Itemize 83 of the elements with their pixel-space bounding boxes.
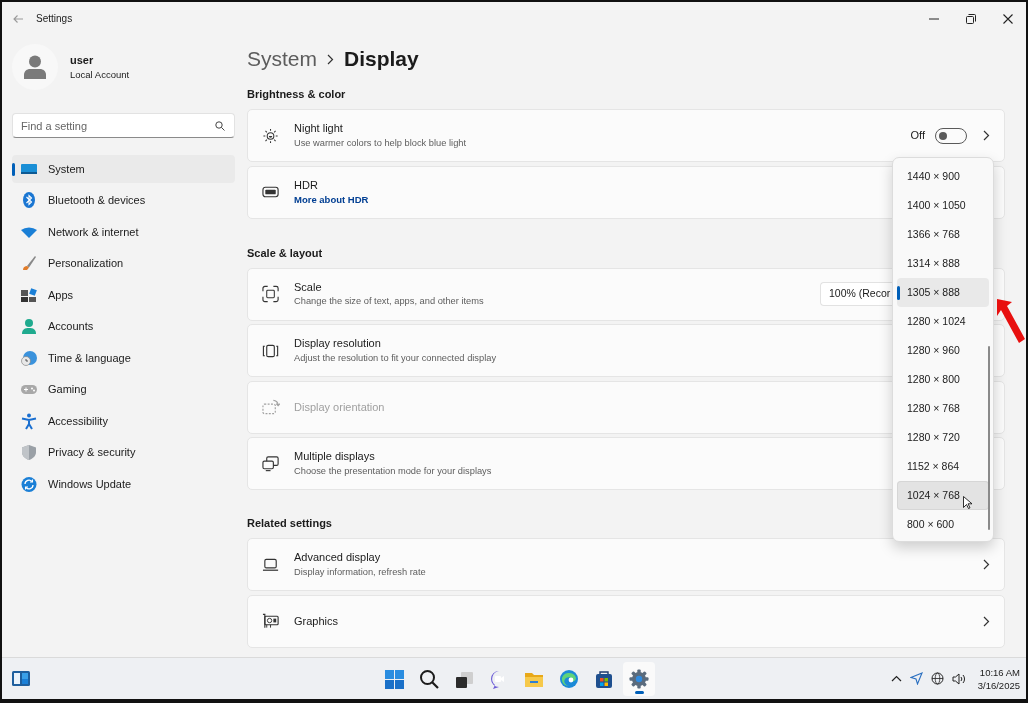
person-icon: [20, 318, 38, 335]
breadcrumb-link[interactable]: System: [247, 43, 317, 75]
person-icon: [24, 55, 46, 79]
setting-title: Display resolution: [294, 336, 382, 352]
sidebar-item[interactable]: Personalization: [12, 249, 235, 278]
sun-icon: [262, 126, 280, 145]
sidebar-item[interactable]: Privacy & security: [12, 438, 235, 467]
setting-row[interactable]: Night light Use warmer colors to help block blue light Off: [247, 109, 1005, 162]
learn-more-link[interactable]: More about HDR: [294, 193, 369, 208]
menu-item[interactable]: 1280 × 768: [897, 394, 989, 423]
mouse-cursor-icon: [963, 496, 972, 509]
sidebar-item[interactable]: Accounts: [12, 312, 235, 341]
speaker-icon[interactable]: [951, 672, 966, 685]
setting-description: Change the size of text, apps, and other items: [294, 295, 484, 309]
dropdown[interactable]: 100% (Recor: [820, 282, 892, 306]
setting-title: Night light: [294, 121, 344, 137]
rotate-screen-icon: [262, 398, 280, 416]
window-title: Settings: [36, 12, 73, 26]
setting-title: Scale: [294, 279, 323, 295]
browser-icon[interactable]: [559, 668, 579, 689]
close-icon[interactable]: [1002, 13, 1013, 24]
dual-monitor-icon: [262, 454, 280, 473]
sidebar-item[interactable]: Apps: [12, 281, 235, 309]
chevron-right-icon[interactable]: [983, 615, 990, 627]
sync-icon: [20, 475, 38, 493]
chevron-right-icon[interactable]: [983, 130, 990, 141]
sidebar-item[interactable]: Gaming: [12, 375, 235, 404]
toggle-state-label: Off: [910, 128, 925, 144]
sidebar-item[interactable]: Bluetooth & devices: [12, 186, 235, 215]
clock-time[interactable]: 10:16 AM: [977, 665, 1020, 679]
account-type: Local Account: [70, 68, 130, 83]
gear-icon[interactable]: [629, 668, 649, 689]
setting-description: Use warmer colors to help block blue light: [294, 136, 467, 150]
page-title: Display: [344, 46, 419, 73]
start-icon[interactable]: [384, 668, 404, 689]
setting-title: Advanced display: [294, 550, 382, 566]
menu-item[interactable]: 1305 × 888: [897, 278, 989, 307]
search-icon[interactable]: [419, 668, 439, 689]
sidebar-item[interactable]: Network & internet: [12, 218, 235, 246]
sidebar-item[interactable]: Time & language: [12, 344, 235, 372]
apps-icon: [20, 286, 38, 304]
menu-item[interactable]: 1400 × 1050: [897, 191, 989, 220]
accessibility-icon: [20, 412, 38, 430]
setting-title: Graphics: [294, 613, 339, 629]
widgets-icon[interactable]: [11, 670, 31, 687]
setting-row[interactable]: Advanced display Display information, refresh rate: [247, 538, 1005, 591]
back-icon[interactable]: [12, 13, 24, 24]
search-icon: [215, 121, 225, 131]
setting-description: Choose the presentation mode for your displays: [294, 464, 492, 478]
setting-description: Adjust the resolution to fit your connected display: [294, 351, 497, 365]
restore-icon[interactable]: [965, 13, 976, 24]
globe-icon[interactable]: [930, 672, 944, 685]
menu-item[interactable]: 1440 × 900: [897, 162, 989, 191]
setting-title: HDR: [294, 177, 319, 193]
menu-item[interactable]: 1366 × 768: [897, 220, 989, 249]
setting-description: Display information, refresh rate: [294, 565, 426, 579]
section-title: Brightness & color: [247, 87, 346, 102]
sidebar-item[interactable]: System: [12, 155, 235, 183]
shield-icon: [20, 444, 38, 461]
section-title: Scale & layout: [247, 245, 323, 261]
chevron-up-icon[interactable]: [890, 675, 902, 682]
setting-row[interactable]: Graphics: [247, 594, 1005, 648]
store-icon[interactable]: [594, 668, 614, 689]
section-title: Related settings: [247, 516, 332, 531]
globe-clock-icon: [20, 349, 38, 367]
menu-item[interactable]: 800 × 600: [897, 510, 989, 539]
bluetooth-icon: [20, 192, 38, 209]
sidebar-item[interactable]: Windows Update: [12, 470, 235, 498]
user-name: user: [70, 52, 95, 68]
menu-item[interactable]: 1152 × 864: [897, 452, 989, 481]
chevron-right-icon[interactable]: [983, 559, 990, 570]
setting-title: Multiple displays: [294, 449, 376, 465]
location-icon[interactable]: [909, 672, 923, 685]
setting-title: Display orientation: [294, 399, 385, 415]
scale-icon: [262, 285, 280, 303]
menu-item[interactable]: 1024 × 768: [897, 481, 989, 510]
clock-date[interactable]: 3/16/2025: [977, 678, 1020, 692]
chevron-right-icon: [327, 53, 334, 65]
brush-icon: [20, 255, 38, 272]
menu-item[interactable]: 1280 × 960: [897, 336, 989, 365]
search-field[interactable]: Find a setting: [12, 113, 235, 138]
sidebar-item[interactable]: Accessibility: [12, 407, 235, 435]
graphics-card-icon: [262, 612, 280, 630]
